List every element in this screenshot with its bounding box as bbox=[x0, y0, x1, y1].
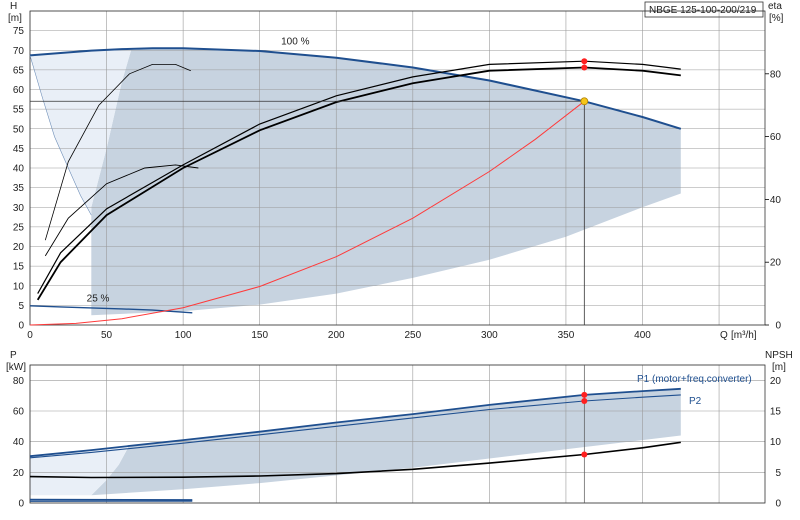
annotation-100-percent: 100 % bbox=[281, 36, 309, 47]
head-tick-label: 30 bbox=[13, 203, 25, 214]
head-axis-label: H bbox=[10, 1, 17, 12]
eta-tick-label: 60 bbox=[770, 132, 782, 143]
head-tick-label: 0 bbox=[18, 321, 24, 332]
eta-tick-label: 80 bbox=[770, 69, 782, 80]
npsh-point bbox=[581, 451, 588, 458]
efficiency-point bbox=[581, 64, 588, 71]
flow-axis-unit: [m³/h] bbox=[731, 330, 757, 341]
flow-axis-label: Q bbox=[720, 330, 728, 341]
x-tick-label: 0 bbox=[27, 330, 33, 341]
head-tick-label: 70 bbox=[13, 46, 25, 57]
head-tick-label: 65 bbox=[13, 65, 25, 76]
operating-area bbox=[30, 48, 681, 496]
power-axis-unit: [kW] bbox=[6, 362, 26, 373]
efficiency-point bbox=[581, 58, 588, 65]
npsh-axis-unit: [m] bbox=[772, 362, 786, 373]
power-axis-label: P bbox=[10, 350, 17, 361]
x-tick-label: 150 bbox=[251, 330, 268, 341]
head-tick-label: 60 bbox=[13, 85, 25, 96]
eta-axis-unit: [%] bbox=[769, 13, 784, 24]
x-tick-label: 250 bbox=[404, 330, 421, 341]
eta-tick-label: 20 bbox=[770, 258, 782, 269]
npsh-tick-label: 10 bbox=[770, 437, 782, 448]
eta-tick-label: 0 bbox=[775, 321, 781, 332]
power-tick-label: 60 bbox=[13, 407, 25, 418]
head-axis-unit: [m] bbox=[8, 13, 22, 24]
duty-point bbox=[580, 97, 589, 106]
x-tick-label: 100 bbox=[175, 330, 192, 341]
legend-p2: P2 bbox=[689, 396, 702, 407]
operating-area-main bbox=[91, 48, 681, 316]
head-tick-label: 10 bbox=[13, 281, 25, 292]
npsh-tick-label: 5 bbox=[775, 468, 781, 479]
annotation-25-percent: 25 % bbox=[87, 293, 110, 304]
head-tick-label: 50 bbox=[13, 124, 25, 135]
power-point bbox=[581, 391, 588, 398]
power-tick-label: 80 bbox=[13, 376, 25, 387]
chart-title: NBGE 125-100-200/219 bbox=[649, 5, 757, 16]
eta-tick-label: 40 bbox=[770, 195, 782, 206]
head-tick-label: 55 bbox=[13, 105, 25, 116]
pump-performance-chart: H [m] eta [%] Q [m³/h] P [kW] NPSH [m] N… bbox=[6, 1, 793, 510]
legend-p1: P1 (motor+freq.converter) bbox=[637, 374, 752, 385]
power-tick-label: 0 bbox=[18, 499, 24, 510]
x-tick-label: 200 bbox=[328, 330, 345, 341]
power-tick-label: 40 bbox=[13, 437, 25, 448]
head-tick-label: 45 bbox=[13, 144, 25, 155]
npsh-tick-label: 0 bbox=[775, 499, 781, 510]
x-tick-label: 400 bbox=[634, 330, 651, 341]
eta-axis-label: eta bbox=[768, 1, 782, 12]
npsh-axis-label: NPSH bbox=[765, 350, 793, 361]
power-tick-label: 20 bbox=[13, 468, 25, 479]
power-point bbox=[581, 398, 588, 405]
head-tick-label: 40 bbox=[13, 164, 25, 175]
npsh-tick-label: 20 bbox=[770, 376, 782, 387]
x-tick-label: 50 bbox=[101, 330, 113, 341]
power-area bbox=[91, 388, 681, 496]
npsh-tick-label: 15 bbox=[770, 407, 782, 418]
head-tick-label: 25 bbox=[13, 222, 25, 233]
head-tick-label: 75 bbox=[13, 26, 25, 37]
x-tick-label: 350 bbox=[558, 330, 575, 341]
head-tick-label: 5 bbox=[18, 301, 24, 312]
x-tick-label: 300 bbox=[481, 330, 498, 341]
head-tick-label: 15 bbox=[13, 262, 25, 273]
head-tick-label: 35 bbox=[13, 183, 25, 194]
head-tick-label: 20 bbox=[13, 242, 25, 253]
